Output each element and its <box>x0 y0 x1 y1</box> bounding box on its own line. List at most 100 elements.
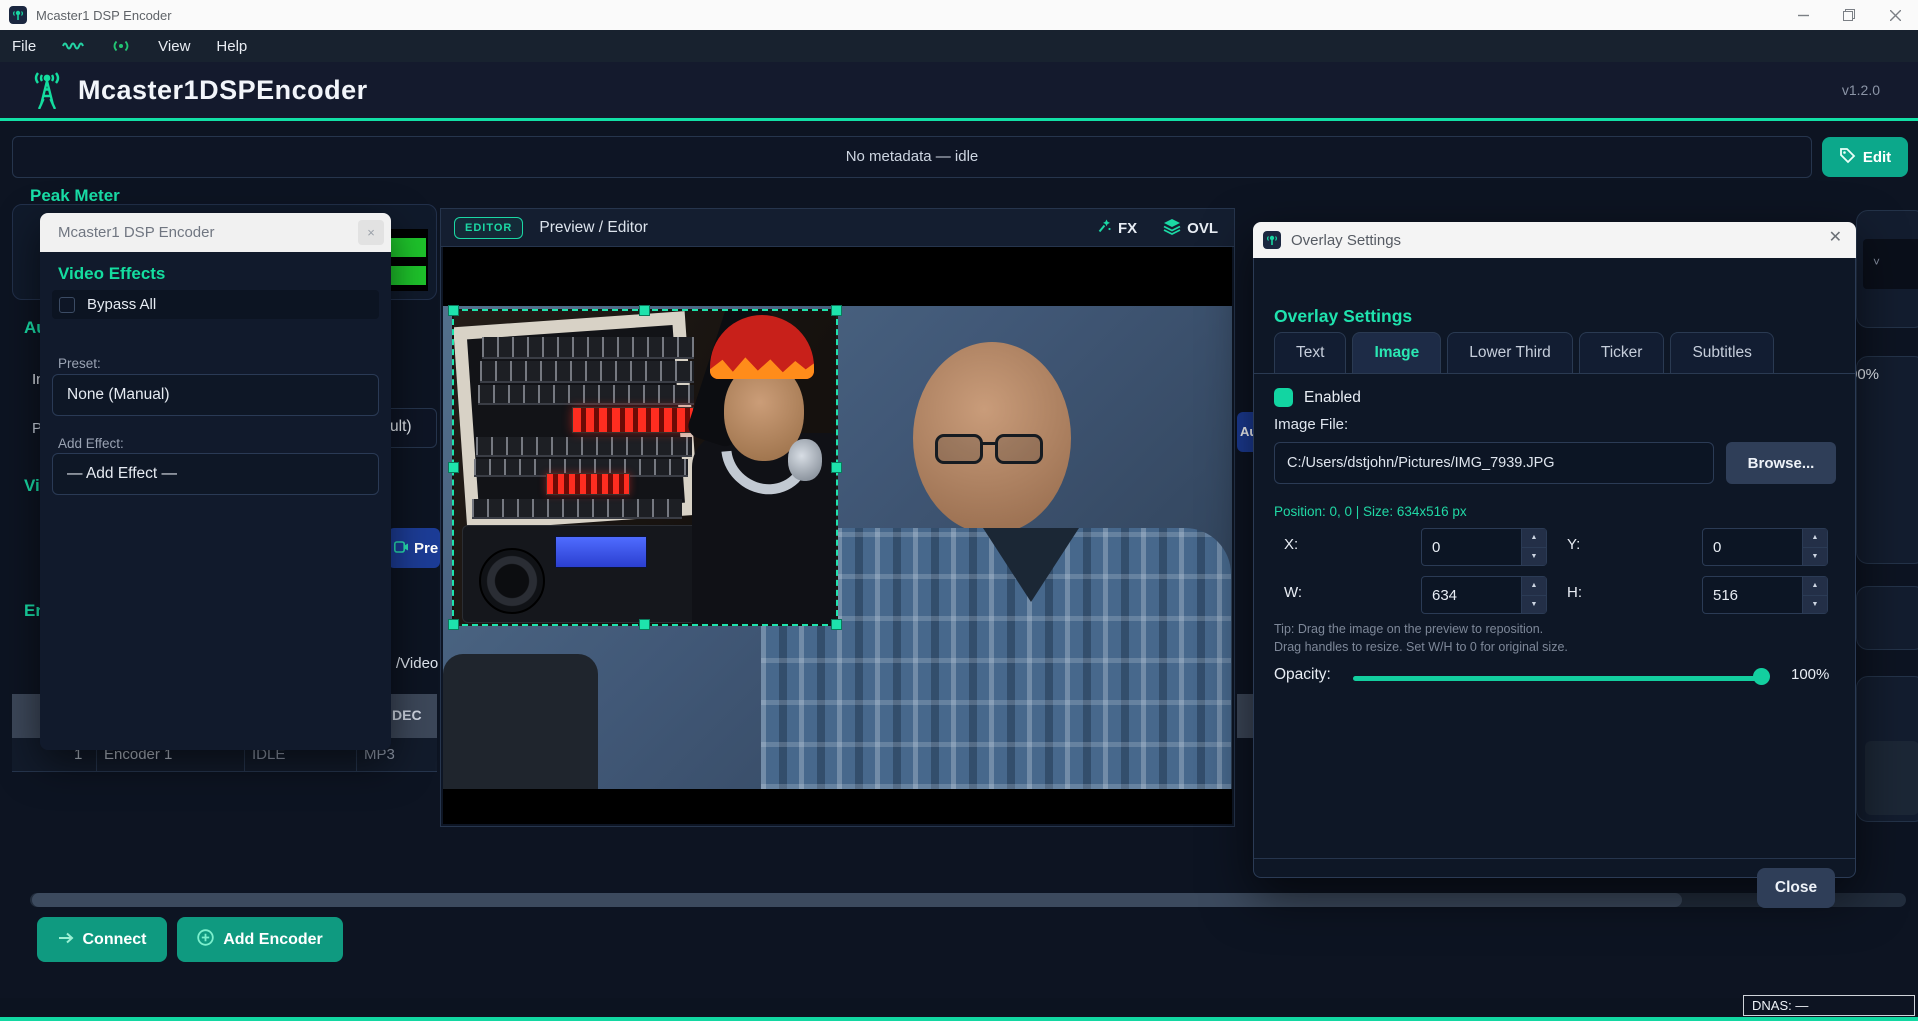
x-stepper: ▲▼ <box>1421 528 1547 566</box>
y-input[interactable] <box>1703 529 1802 565</box>
video-effects-heading: Video Effects <box>58 264 165 284</box>
window-titlebar: Mcaster1 DSP Encoder <box>0 0 1918 30</box>
w-spin-up[interactable]: ▲ <box>1522 577 1546 596</box>
tag-icon <box>1839 147 1856 168</box>
bypass-all-label: Bypass All <box>87 296 156 313</box>
couch-shape <box>443 654 598 789</box>
editor-mode-badge: EDITOR <box>454 217 523 239</box>
editor-title: Preview / Editor <box>539 219 648 237</box>
opacity-value: 100% <box>1791 666 1829 683</box>
h-spin-down[interactable]: ▼ <box>1803 596 1827 614</box>
tab-lower-third[interactable]: Lower Third <box>1447 332 1573 374</box>
audio-tab-partial[interactable]: Au <box>1237 412 1253 452</box>
h-label: H: <box>1567 584 1582 601</box>
dialog-close-button[interactable]: Close <box>1757 868 1835 908</box>
right-panel-card: ˅ <box>1856 210 1918 328</box>
resize-handle-se[interactable] <box>831 619 842 630</box>
image-file-input[interactable] <box>1274 442 1714 484</box>
page-title: Mcaster1DSPEncoder <box>78 75 368 106</box>
y-stepper: ▲▼ <box>1702 528 1828 566</box>
menu-view[interactable]: View <box>158 38 190 55</box>
effects-panel-body: Video Effects Bypass All Preset: None (M… <box>40 252 391 750</box>
effects-panel-close-button[interactable]: × <box>358 220 384 245</box>
dnas-status: DNAS: — <box>1743 995 1915 1016</box>
cdj-deck <box>462 525 698 623</box>
preset-select[interactable]: None (Manual) <box>52 374 379 416</box>
h-stepper: ▲▼ <box>1702 576 1828 614</box>
bypass-all-checkbox[interactable] <box>59 297 75 313</box>
x-spin-down[interactable]: ▼ <box>1522 548 1546 566</box>
resize-handle-e[interactable] <box>831 462 842 473</box>
opacity-slider[interactable] <box>1353 676 1769 681</box>
scrollbar-thumb[interactable] <box>32 893 1682 907</box>
tab-ticker[interactable]: Ticker <box>1579 332 1665 374</box>
resize-handle-s[interactable] <box>639 619 650 630</box>
bypass-all-row[interactable]: Bypass All <box>52 290 379 319</box>
menu-file[interactable]: File <box>12 38 36 55</box>
opacity-label: Opacity: <box>1274 666 1331 684</box>
video-preview-stage[interactable] <box>443 247 1232 824</box>
add-effect-select[interactable]: — Add Effect — <box>52 453 379 495</box>
y-spin-down[interactable]: ▼ <box>1803 548 1827 566</box>
led-display <box>572 407 694 433</box>
overlay-image-selection[interactable] <box>452 309 838 626</box>
connect-button[interactable]: Connect <box>37 917 167 962</box>
video-effects-panel: Mcaster1 DSP Encoder × Video Effects Byp… <box>40 213 391 750</box>
add-encoder-button[interactable]: Add Encoder <box>177 917 343 962</box>
edit-button[interactable]: Edit <box>1822 137 1908 177</box>
menu-help[interactable]: Help <box>216 38 247 55</box>
effects-panel-titlebar[interactable]: Mcaster1 DSP Encoder <box>40 213 391 252</box>
y-spin-up[interactable]: ▲ <box>1803 529 1827 548</box>
ovl-button[interactable]: OVL <box>1163 218 1218 239</box>
led-display <box>546 473 630 495</box>
wave-icon[interactable] <box>62 40 84 52</box>
app-icon <box>9 6 27 24</box>
version-label: v1.2.0 <box>1842 82 1880 98</box>
fx-wand-icon <box>1096 218 1112 238</box>
person-glasses <box>935 434 1055 466</box>
overlay-tabs: Text Image Lower Third Ticker Subtitles <box>1274 332 1774 374</box>
dialog-app-icon <box>1263 231 1281 249</box>
preset-label: Preset: <box>58 356 101 371</box>
tab-subtitles[interactable]: Subtitles <box>1670 332 1773 374</box>
browse-button[interactable]: Browse... <box>1726 442 1836 484</box>
x-input[interactable] <box>1422 529 1521 565</box>
resize-handle-w[interactable] <box>448 462 459 473</box>
opacity-slider-thumb[interactable] <box>1753 668 1770 685</box>
w-spin-down[interactable]: ▼ <box>1522 596 1546 614</box>
resize-handle-n[interactable] <box>639 305 650 316</box>
tab-image[interactable]: Image <box>1352 332 1441 374</box>
tab-text[interactable]: Text <box>1274 332 1346 374</box>
x-spin-up[interactable]: ▲ <box>1522 529 1546 548</box>
h-spin-up[interactable]: ▲ <box>1803 577 1827 596</box>
resize-handle-ne[interactable] <box>831 305 842 316</box>
dialog-window-title: Overlay Settings <box>1291 232 1401 249</box>
plus-circle-icon <box>197 929 214 951</box>
horizontal-scrollbar[interactable] <box>30 893 1906 907</box>
dialog-close-icon[interactable]: ✕ <box>1829 230 1842 246</box>
broadcast-icon[interactable] <box>110 39 132 53</box>
resize-handle-sw[interactable] <box>448 619 459 630</box>
dialog-heading: Overlay Settings <box>1274 306 1412 327</box>
h-input[interactable] <box>1703 577 1802 613</box>
tip-line-2: Drag handles to resize. Set W/H to 0 for… <box>1274 640 1568 654</box>
peak-meter-label: Peak Meter <box>30 186 120 206</box>
maximize-button[interactable] <box>1826 0 1872 30</box>
camera-icon <box>394 540 409 557</box>
dialog-titlebar[interactable]: Overlay Settings ✕ <box>1253 222 1856 258</box>
w-stepper: ▲▼ <box>1421 576 1547 614</box>
resize-handle-nw[interactable] <box>448 305 459 316</box>
bottom-accent-line <box>0 1017 1918 1021</box>
enabled-checkbox[interactable] <box>1274 388 1293 407</box>
dialog-body: Overlay Settings Text Image Lower Third … <box>1253 258 1856 878</box>
tip-line-1: Tip: Drag the image on the preview to re… <box>1274 622 1543 636</box>
preview-toggle-button[interactable]: Pre <box>388 528 440 568</box>
close-button[interactable] <box>1872 0 1918 30</box>
editor-panel: EDITOR Preview / Editor FX OVL <box>440 208 1235 827</box>
w-input[interactable] <box>1422 577 1521 613</box>
av-column-partial: /Video <box>396 655 438 672</box>
fx-button[interactable]: FX <box>1096 218 1137 238</box>
enabled-row[interactable]: Enabled <box>1274 388 1361 407</box>
minimize-button[interactable] <box>1780 0 1826 30</box>
enabled-label: Enabled <box>1304 389 1361 407</box>
